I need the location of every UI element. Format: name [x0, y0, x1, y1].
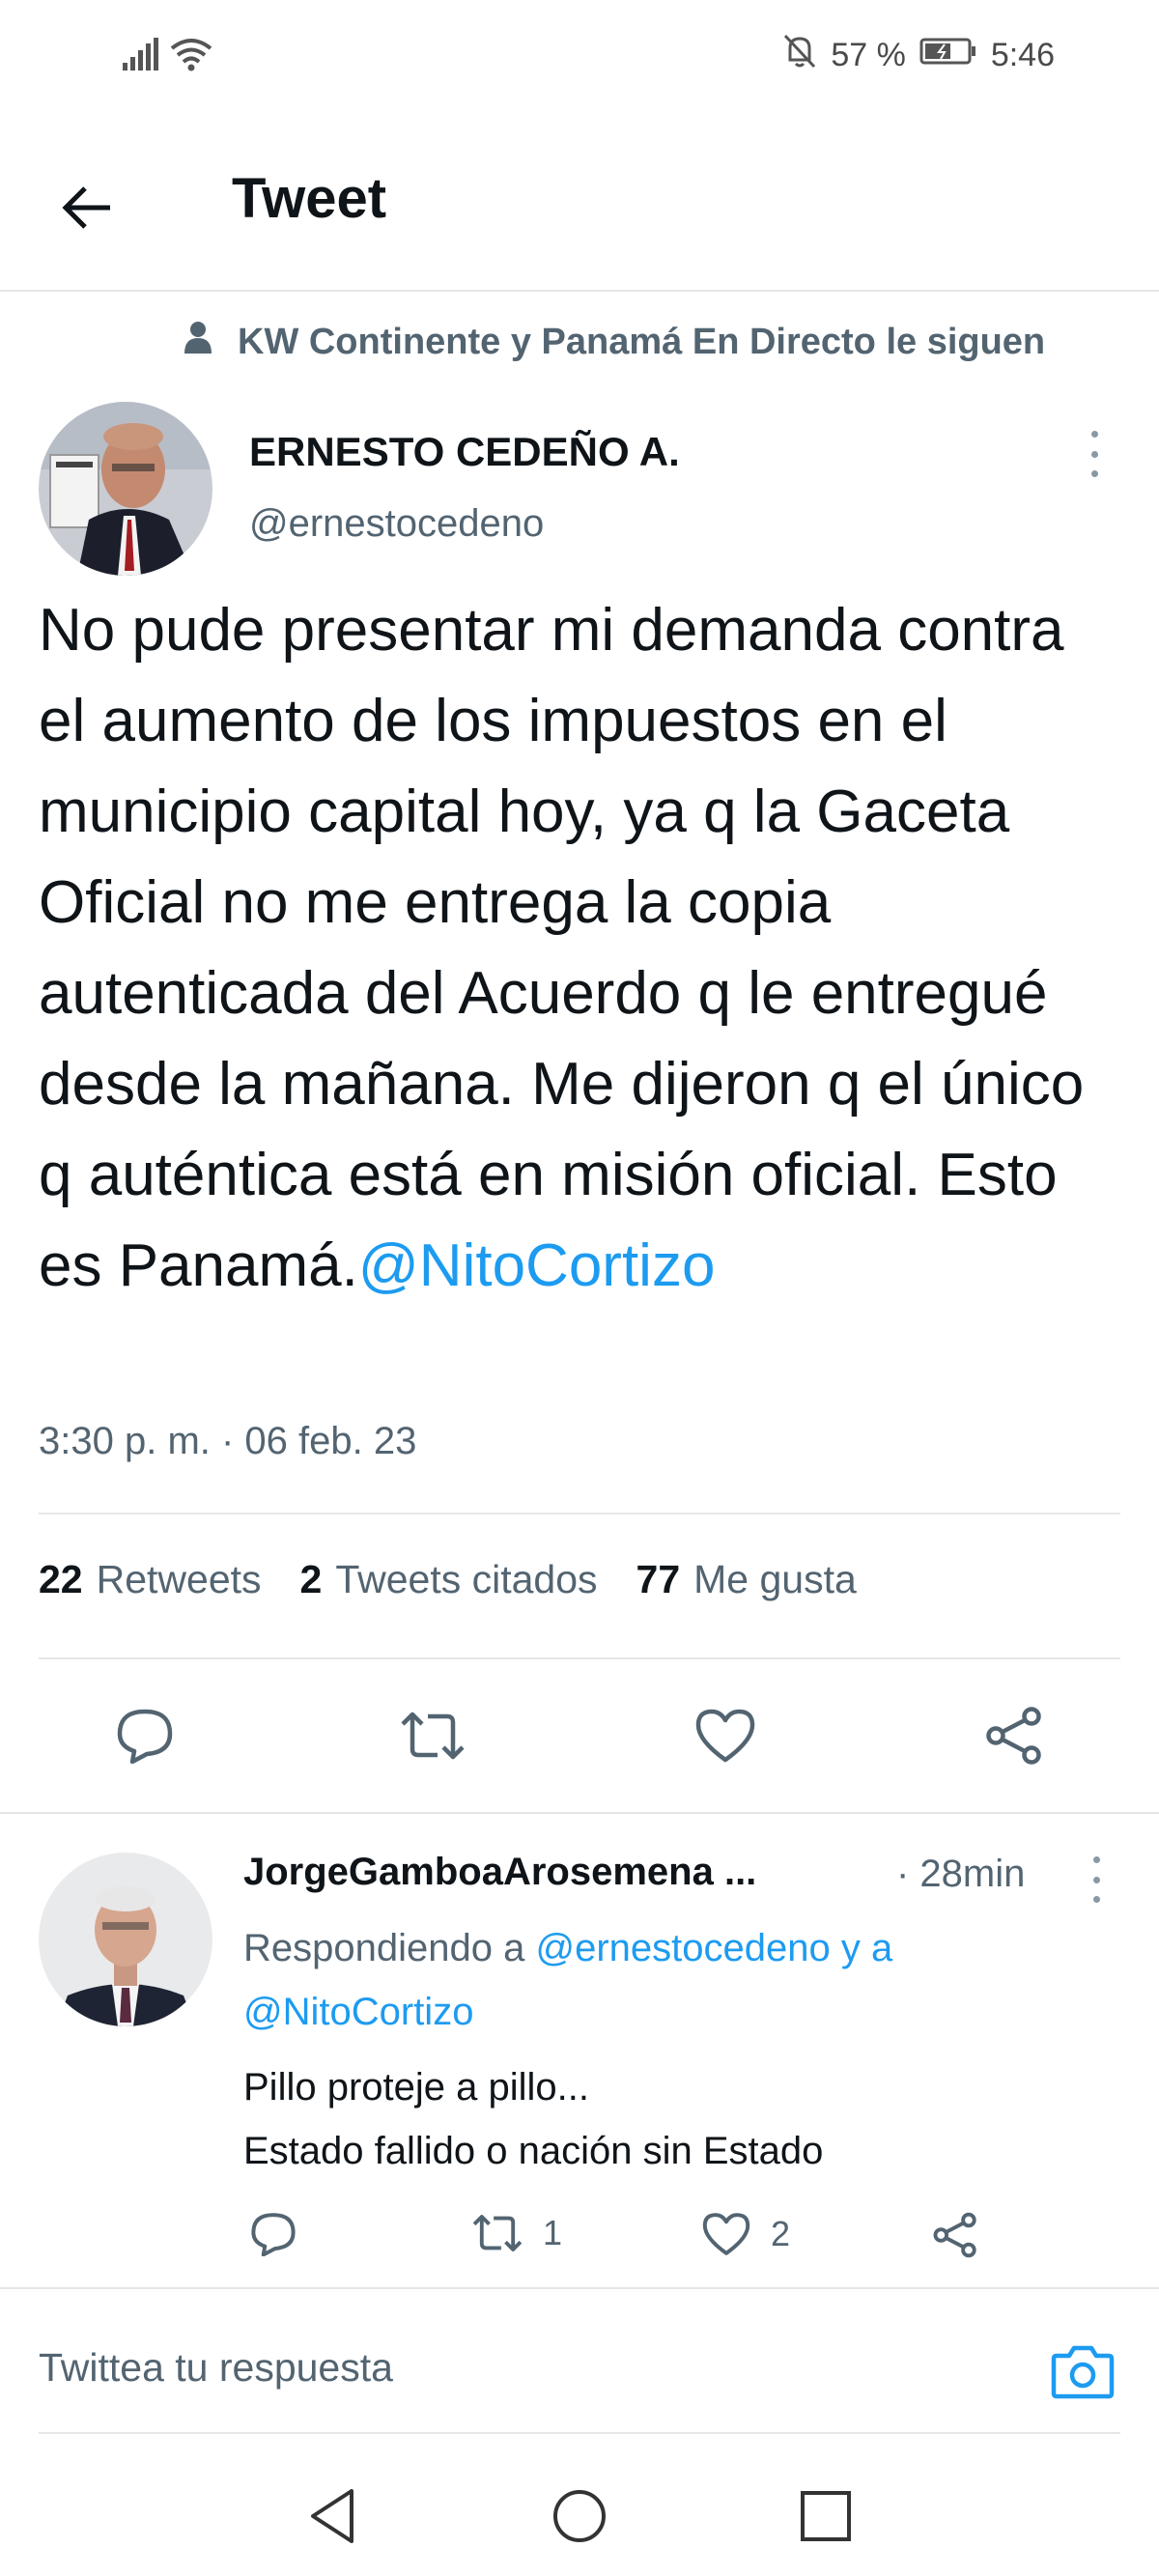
- camera-icon: [1051, 2345, 1115, 2399]
- nav-back-icon: [311, 2489, 353, 2543]
- back-button[interactable]: [53, 174, 121, 241]
- composer-underline: [39, 2432, 1120, 2434]
- author-avatar[interactable]: [39, 402, 212, 576]
- reply-icon: [117, 1709, 173, 1764]
- tweet-more-button[interactable]: [1080, 425, 1109, 483]
- like-icon: [695, 1709, 755, 1763]
- author-name[interactable]: ERNESTO CEDEÑO A.: [249, 429, 680, 475]
- reply-retweet-count: 1: [543, 2213, 563, 2252]
- status-bar: 57 % 5:46: [0, 0, 1159, 116]
- nav-home-icon: [553, 2490, 606, 2542]
- nav-recents-button[interactable]: [792, 2482, 860, 2550]
- nav-recents-icon: [801, 2491, 851, 2541]
- share-icon: [933, 2212, 976, 2258]
- share-button[interactable]: [980, 1702, 1048, 1769]
- reply-more-button[interactable]: [1082, 1851, 1111, 1909]
- reply-button[interactable]: [111, 1702, 179, 1769]
- camera-button[interactable]: [1049, 2337, 1117, 2405]
- like-button[interactable]: [692, 1702, 759, 1769]
- tweet-stats: 22 Retweets 2 Tweets citados 77 Me gusta: [39, 1557, 857, 1602]
- reply-composer-input[interactable]: Twittea tu respuesta: [39, 2345, 393, 2391]
- reply-reply-button[interactable]: [249, 2212, 297, 2256]
- system-nav-bar: [0, 2453, 1159, 2576]
- wifi-icon: [169, 37, 213, 76]
- likes-label: Me gusta: [693, 1557, 857, 1601]
- mute-icon: [782, 33, 817, 78]
- retweets-label: Retweets: [96, 1557, 262, 1601]
- replying-handle-2[interactable]: @NitoCortizo: [243, 1991, 473, 2033]
- replying-and: y a: [840, 1927, 893, 1969]
- battery-icon: [919, 37, 977, 74]
- share-icon: [986, 1707, 1041, 1765]
- social-context[interactable]: KW Continente y Panamá En Directo le sig…: [184, 321, 1045, 363]
- reply-timestamp[interactable]: · 28min: [896, 1853, 1025, 1896]
- reply-author-name[interactable]: JorgeGamboaArosemena ...: [243, 1851, 756, 1894]
- divider: [39, 1657, 1120, 1659]
- status-time: 5:46: [990, 37, 1055, 73]
- retweets-count: 22: [39, 1557, 83, 1601]
- status-left: [121, 37, 213, 76]
- likes-count: 77: [636, 1557, 681, 1601]
- tweet-timestamp[interactable]: 3:30 p. m. · 06 feb. 23: [39, 1420, 416, 1463]
- signal-icon: [121, 38, 159, 75]
- reply-line-2: Estado fallido o nación sin Estado: [243, 2130, 824, 2172]
- thread-divider: [0, 1812, 1159, 1814]
- status-right: 57 % 5:46: [782, 33, 1055, 78]
- reply-like-count: 2: [771, 2214, 791, 2253]
- reply-share-button[interactable]: [931, 2212, 979, 2258]
- tweet-text: No pude presentar mi demanda contra el a…: [39, 585, 1120, 1312]
- reply-icon: [251, 2213, 296, 2256]
- person-icon: [184, 321, 212, 363]
- tweet-body: No pude presentar mi demanda contra el a…: [39, 597, 1085, 1299]
- likes-stat[interactable]: 77 Me gusta: [636, 1557, 857, 1602]
- reply-retweet-button[interactable]: 1: [471, 2212, 562, 2254]
- divider: [39, 1513, 1120, 1514]
- nav-home-button[interactable]: [546, 2482, 613, 2550]
- retweet-icon: [472, 2215, 523, 2251]
- retweets-stat[interactable]: 22 Retweets: [39, 1557, 262, 1602]
- reply-text: Pillo proteje a pillo... Estado fallido …: [243, 2055, 823, 2183]
- retweet-button[interactable]: [399, 1702, 466, 1769]
- nav-back-button[interactable]: [298, 2482, 366, 2550]
- social-context-text: KW Continente y Panamá En Directo le sig…: [238, 321, 1046, 362]
- replying-prefix: Respondiendo a: [243, 1927, 525, 1969]
- reply-line-1: Pillo proteje a pillo...: [243, 2066, 589, 2109]
- author-handle[interactable]: @ernestocedeno: [249, 502, 544, 546]
- quotes-count: 2: [299, 1557, 323, 1601]
- replying-handle-1[interactable]: @ernestocedeno: [535, 1927, 830, 1969]
- back-arrow-icon: [62, 186, 110, 229]
- header-divider: [0, 290, 1159, 292]
- battery-percent: 57 %: [831, 37, 906, 73]
- retweet-icon: [401, 1712, 465, 1760]
- quotes-label: Tweets citados: [335, 1557, 598, 1601]
- like-icon: [702, 2213, 750, 2255]
- reply-like-button[interactable]: 2: [701, 2212, 790, 2256]
- reply-author-avatar[interactable]: [39, 1853, 212, 2026]
- quotes-stat[interactable]: 2 Tweets citados: [300, 1557, 598, 1602]
- page-title: Tweet: [232, 167, 387, 230]
- composer-divider: [0, 2287, 1159, 2289]
- replying-to: Respondiendo a @ernestocedeno y a @NitoC…: [243, 1916, 1084, 2044]
- top-app-bar: Tweet: [0, 126, 1159, 290]
- reply-action-bar: 1 2: [249, 2212, 1041, 2270]
- tweet-mention[interactable]: @NitoCortizo: [358, 1232, 716, 1299]
